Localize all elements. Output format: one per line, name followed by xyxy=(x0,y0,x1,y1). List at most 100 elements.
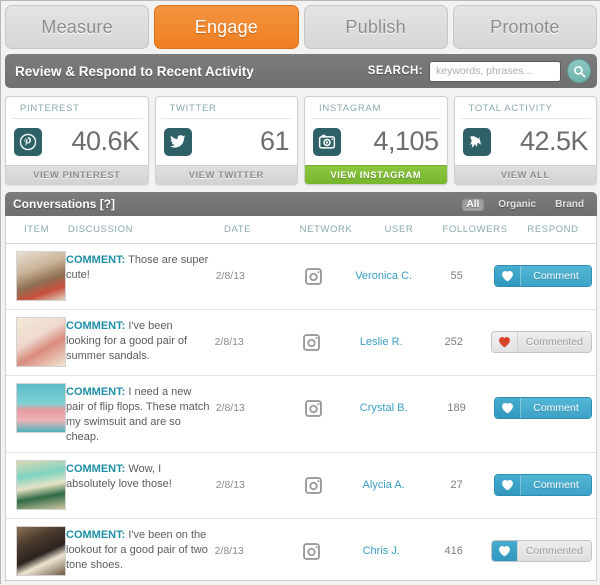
row-respond-cell: Commented xyxy=(490,317,592,367)
pinterest-icon xyxy=(19,133,37,150)
twitter-icon xyxy=(169,135,186,148)
followers-count: 252 xyxy=(444,336,463,348)
activity-header-bar: Review & Respond to Recent Activity SEAR… xyxy=(5,54,597,88)
table-row[interactable]: COMMENT: I've been on the lookout for a … xyxy=(6,519,596,580)
column-header-item: ITEM xyxy=(24,224,50,235)
stat-card-total-activity[interactable]: TOTAL ACTIVITY 42.5K VIEW ALL xyxy=(453,96,597,185)
table-row[interactable]: COMMENT: Wow, I absolutely love those! 2… xyxy=(6,453,596,519)
post-thumbnail[interactable] xyxy=(16,526,66,576)
discussion-label: COMMENT: xyxy=(66,386,126,398)
conversations-title: Conversations [?] xyxy=(13,197,116,211)
post-thumbnail[interactable] xyxy=(16,317,66,367)
stat-card-pinterest-body: 40.6K xyxy=(6,119,148,165)
row-discussion-cell: COMMENT: Those are super cute! xyxy=(66,251,216,301)
tab-engage[interactable]: Engage xyxy=(154,5,299,49)
respond-button[interactable]: Commented xyxy=(490,540,592,562)
user-link[interactable]: Alycia A. xyxy=(363,479,405,491)
view-all-button[interactable]: VIEW ALL xyxy=(454,165,596,184)
table-row[interactable]: COMMENT: Those are super cute! 2/8/13 Ve… xyxy=(6,244,596,310)
conversations-table: ITEM DISCUSSION DATE NETWORK USER FOLLOW… xyxy=(5,216,597,581)
user-link[interactable]: Chris J. xyxy=(363,545,400,557)
post-thumbnail[interactable] xyxy=(16,383,66,433)
instagram-icon xyxy=(305,267,322,285)
row-date: 2/8/13 xyxy=(215,402,245,414)
row-date: 2/8/13 xyxy=(215,270,245,282)
main-tabbar: Measure Engage Publish Promote xyxy=(1,1,600,54)
search-label: SEARCH: xyxy=(367,65,423,77)
row-discussion-cell: COMMENT: I've been looking for a good pa… xyxy=(66,317,215,367)
discussion-label: COMMENT: xyxy=(66,463,126,475)
instagram-badge xyxy=(313,127,341,156)
tab-promote-label: Promote xyxy=(490,16,560,37)
heart-box xyxy=(491,332,518,352)
respond-label: Commented xyxy=(517,541,591,561)
row-followers-cell: 189 xyxy=(419,383,494,433)
column-header-respond: RESPOND xyxy=(527,224,579,235)
row-discussion-cell: COMMENT: I need a new pair of flip flops… xyxy=(66,383,216,445)
twitter-badge xyxy=(163,127,192,156)
table-row[interactable]: COMMENT: I need a new pair of flip flops… xyxy=(6,376,596,453)
row-followers-cell: 416 xyxy=(417,526,491,576)
view-twitter-button[interactable]: VIEW TWITTER xyxy=(155,165,297,184)
column-header-user: USER xyxy=(384,224,414,235)
followers-count: 27 xyxy=(450,479,463,491)
search-input[interactable] xyxy=(429,60,561,82)
post-thumbnail[interactable] xyxy=(16,251,66,301)
row-thumbnail-cell xyxy=(10,383,66,433)
view-instagram-button[interactable]: VIEW INSTAGRAM xyxy=(305,165,447,184)
stat-card-instagram-label: INSTAGRAM xyxy=(311,97,441,119)
heart-icon xyxy=(502,479,513,491)
row-network-cell xyxy=(277,317,346,367)
view-pinterest-button[interactable]: VIEW PINTEREST xyxy=(6,165,148,184)
pinterest-badge xyxy=(14,127,42,156)
stat-card-instagram-body: 4,105 xyxy=(305,119,447,165)
filter-organic[interactable]: Organic xyxy=(493,198,541,211)
filter-all[interactable]: All xyxy=(461,197,485,211)
row-respond-cell: Comment xyxy=(494,460,593,510)
followers-count: 189 xyxy=(447,402,466,414)
stat-card-pinterest[interactable]: PINTEREST 40.6K VIEW PINTEREST xyxy=(5,96,149,185)
row-thumbnail-cell xyxy=(10,317,66,367)
row-user-cell: Veronica C. xyxy=(348,251,419,301)
stat-card-twitter[interactable]: TWITTER 61 VIEW TWITTER xyxy=(154,96,298,185)
tab-publish[interactable]: Publish xyxy=(303,5,448,49)
instagram-icon xyxy=(303,542,321,560)
user-link[interactable]: Crystal B. xyxy=(360,402,408,414)
row-date-cell: 2/8/13 xyxy=(216,251,279,301)
heart-icon xyxy=(502,402,513,414)
user-link[interactable]: Veronica C. xyxy=(355,270,412,282)
search-button[interactable] xyxy=(567,59,591,83)
user-link[interactable]: Leslie R. xyxy=(360,336,403,348)
row-date-cell: 2/8/13 xyxy=(215,526,278,576)
heart-box xyxy=(495,398,522,418)
followers-count: 55 xyxy=(450,270,463,282)
row-date-cell: 2/8/13 xyxy=(215,317,278,367)
tab-measure[interactable]: Measure xyxy=(5,5,150,49)
row-thumbnail-cell xyxy=(10,526,66,576)
row-thumbnail-cell xyxy=(10,460,66,510)
row-user-cell: Leslie R. xyxy=(346,317,416,367)
stat-card-instagram-value: 4,105 xyxy=(373,126,439,156)
discussion-text: COMMENT: Wow, I absolutely love those! xyxy=(66,462,216,492)
column-header-discussion: DISCUSSION xyxy=(68,224,134,235)
respond-button[interactable]: Comment xyxy=(494,397,593,419)
filter-brand[interactable]: Brand xyxy=(550,198,589,211)
row-network-cell xyxy=(277,526,346,576)
total-activity-badge xyxy=(462,127,491,156)
row-respond-cell: Comment xyxy=(494,383,593,433)
tab-promote[interactable]: Promote xyxy=(452,5,597,49)
row-followers-cell: 252 xyxy=(417,317,491,367)
respond-label: Commented xyxy=(517,332,591,352)
respond-button[interactable]: Commented xyxy=(490,331,592,353)
table-row[interactable]: COMMENT: I've been looking for a good pa… xyxy=(6,310,596,376)
heart-icon xyxy=(498,336,510,348)
respond-button[interactable]: Comment xyxy=(494,265,593,287)
conversation-filters: All Organic Brand xyxy=(461,197,589,211)
table-header-row: ITEM DISCUSSION DATE NETWORK USER FOLLOW… xyxy=(6,216,596,244)
respond-button[interactable]: Comment xyxy=(494,474,593,496)
stat-card-instagram[interactable]: INSTAGRAM 4,105 VIEW INSTAGRAM xyxy=(304,96,448,185)
heart-box xyxy=(491,541,518,561)
stat-card-total-body: 42.5K xyxy=(455,119,597,165)
post-thumbnail[interactable] xyxy=(16,460,66,510)
search-area: SEARCH: xyxy=(368,59,591,83)
